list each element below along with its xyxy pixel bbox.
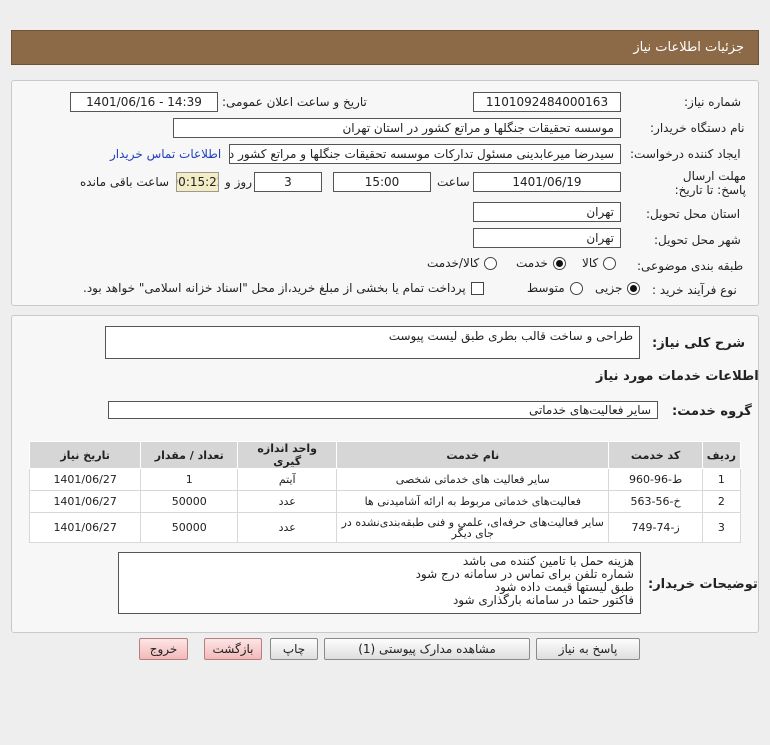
- services-table: ردیف کد خدمت نام خدمت واحد اندازه گیری ت…: [28, 441, 742, 543]
- buyer-label: نام دستگاه خریدار:: [650, 121, 745, 135]
- cell-qty: 1: [140, 468, 239, 491]
- cell-date: 1401/06/27: [28, 512, 142, 543]
- table-row[interactable]: 2 خ-56-563 فعالیت‌های خدماتی مربوط به ار…: [28, 490, 742, 513]
- th-name: نام خدمت: [336, 441, 610, 469]
- print-button[interactable]: چاپ: [270, 638, 318, 660]
- buyer-notes-label: توضیحات خریدار:: [648, 577, 758, 592]
- remaining-label: ساعت باقی مانده: [80, 175, 170, 189]
- province-label: استان محل تحویل:: [646, 207, 741, 221]
- city-label: شهر محل تحویل:: [654, 233, 741, 247]
- th-date: تاریخ نیاز: [28, 441, 142, 469]
- cell-date: 1401/06/27: [28, 468, 142, 491]
- treasury-checkbox[interactable]: [470, 281, 484, 295]
- category-option-both-label: کالا/خدمت: [427, 256, 480, 270]
- note-line: فاکتور حتما در سامانه بارگذاری شود: [452, 593, 634, 607]
- process-option-minor[interactable]: جزیی: [595, 281, 641, 295]
- summary-text: طراحی و ساخت قالب بطری طبق لیست پیوست: [388, 329, 633, 343]
- th-row: ردیف: [701, 441, 742, 469]
- exit-button[interactable]: خروج: [139, 638, 188, 660]
- days-field: 3: [254, 172, 322, 192]
- process-label: نوع فرآیند خرید :: [652, 283, 737, 297]
- cell-row: 3: [701, 512, 742, 543]
- cell-name: سایر فعالیت های خدماتی شخصی: [336, 468, 610, 491]
- cell-row: 2: [701, 490, 742, 513]
- cell-code: خ-56-563: [608, 490, 703, 513]
- category-option-goods[interactable]: کالا: [582, 256, 617, 270]
- treasury-payment-option[interactable]: پرداخت تمام یا بخشی از مبلغ خرید،از محل …: [83, 281, 484, 295]
- deadline-date-field: 1401/06/19: [473, 172, 621, 192]
- cell-qty: 50000: [140, 490, 239, 513]
- cell-row: 1: [701, 468, 742, 491]
- th-code: کد خدمت: [608, 441, 703, 469]
- announce-label: تاریخ و ساعت اعلان عمومی:: [222, 95, 367, 109]
- table-row[interactable]: 3 ز-74-749 سایر فعالیت‌های حرفه‌ای، علمی…: [28, 512, 742, 543]
- deadline-time-label: ساعت: [437, 175, 470, 189]
- cell-date: 1401/06/27: [28, 490, 142, 513]
- announce-field: 1401/06/16 - 14:39: [70, 92, 218, 112]
- summary-label: شرح کلی نیاز:: [652, 336, 746, 351]
- cell-code: ز-74-749: [608, 512, 703, 543]
- cell-name: فعالیت‌های خدماتی مربوط به ارائه آشامیدن…: [336, 490, 610, 513]
- requester-label: ایجاد کننده درخواست:: [630, 147, 741, 161]
- cell-name: سایر فعالیت‌های حرفه‌ای، علمی و فنی طبقه…: [336, 512, 610, 543]
- process-option-medium[interactable]: متوسط: [527, 281, 583, 295]
- treasury-payment-label: پرداخت تمام یا بخشی از مبلغ خرید،از محل …: [83, 281, 466, 295]
- deadline-time-field: 15:00: [333, 172, 431, 192]
- back-button[interactable]: بازگشت: [204, 638, 262, 660]
- summary-field: طراحی و ساخت قالب بطری طبق لیست پیوست: [105, 326, 640, 359]
- city-field: تهران: [473, 228, 621, 248]
- page-header: جزئیات اطلاعات نیاز: [11, 30, 759, 65]
- buyer-field: موسسه تحقیقات جنگلها و مراتع کشور در است…: [173, 118, 621, 138]
- cell-code: ط-96-960: [608, 468, 703, 491]
- need-number-label: شماره نیاز:: [684, 95, 741, 109]
- view-attachments-button[interactable]: مشاهده مدارک پیوستی (1): [324, 638, 530, 660]
- process-option-medium-label: متوسط: [527, 281, 565, 295]
- radio-medium[interactable]: [569, 281, 583, 295]
- cell-unit: عدد: [237, 490, 338, 513]
- table-header-row: ردیف کد خدمت نام خدمت واحد اندازه گیری ت…: [28, 441, 742, 469]
- cell-unit: عدد: [237, 512, 338, 543]
- requester-field: سیدرضا میرعابدینی مسئول تدارکات موسسه تح…: [229, 144, 621, 164]
- days-label: روز و: [225, 175, 252, 189]
- th-qty: تعداد / مقدار: [140, 441, 239, 469]
- table-row[interactable]: 1 ط-96-960 سایر فعالیت های خدماتی شخصی آ…: [28, 468, 742, 491]
- buyer-notes-box[interactable]: هزینه حمل با تامین کننده می باشد شماره ت…: [118, 552, 641, 614]
- radio-service[interactable]: [552, 256, 566, 270]
- remaining-timer: 00:15:22: [176, 172, 219, 192]
- province-field: تهران: [473, 202, 621, 222]
- service-group-label: گروه خدمت:: [672, 404, 752, 419]
- category-option-service-label: خدمت: [516, 256, 548, 270]
- need-number-field: 1101092484000163: [473, 92, 621, 112]
- cell-unit: آیتم: [237, 468, 338, 491]
- category-option-service[interactable]: خدمت: [516, 256, 566, 270]
- page-title: جزئیات اطلاعات نیاز: [633, 40, 744, 55]
- services-title: اطلاعات خدمات مورد نیاز: [596, 369, 759, 384]
- radio-goods[interactable]: [603, 256, 617, 270]
- category-label: طبقه بندی موضوعی:: [637, 259, 744, 273]
- service-group-field: سایر فعالیت‌های خدماتی: [108, 401, 658, 419]
- category-option-both[interactable]: کالا/خدمت: [427, 256, 498, 270]
- radio-minor[interactable]: [627, 281, 641, 295]
- process-option-minor-label: جزیی: [595, 281, 623, 295]
- cell-qty: 50000: [140, 512, 239, 543]
- reply-button[interactable]: پاسخ به نیاز: [536, 638, 640, 660]
- buyer-contact-link[interactable]: اطلاعات تماس خریدار: [110, 147, 221, 161]
- services-table-wrap: ردیف کد خدمت نام خدمت واحد اندازه گیری ت…: [28, 441, 742, 543]
- radio-both[interactable]: [484, 256, 498, 270]
- th-unit: واحد اندازه گیری: [237, 441, 338, 469]
- category-option-goods-label: کالا: [582, 256, 599, 270]
- deadline-label: مهلت ارسال پاسخ: تا تاریخ:: [674, 169, 746, 197]
